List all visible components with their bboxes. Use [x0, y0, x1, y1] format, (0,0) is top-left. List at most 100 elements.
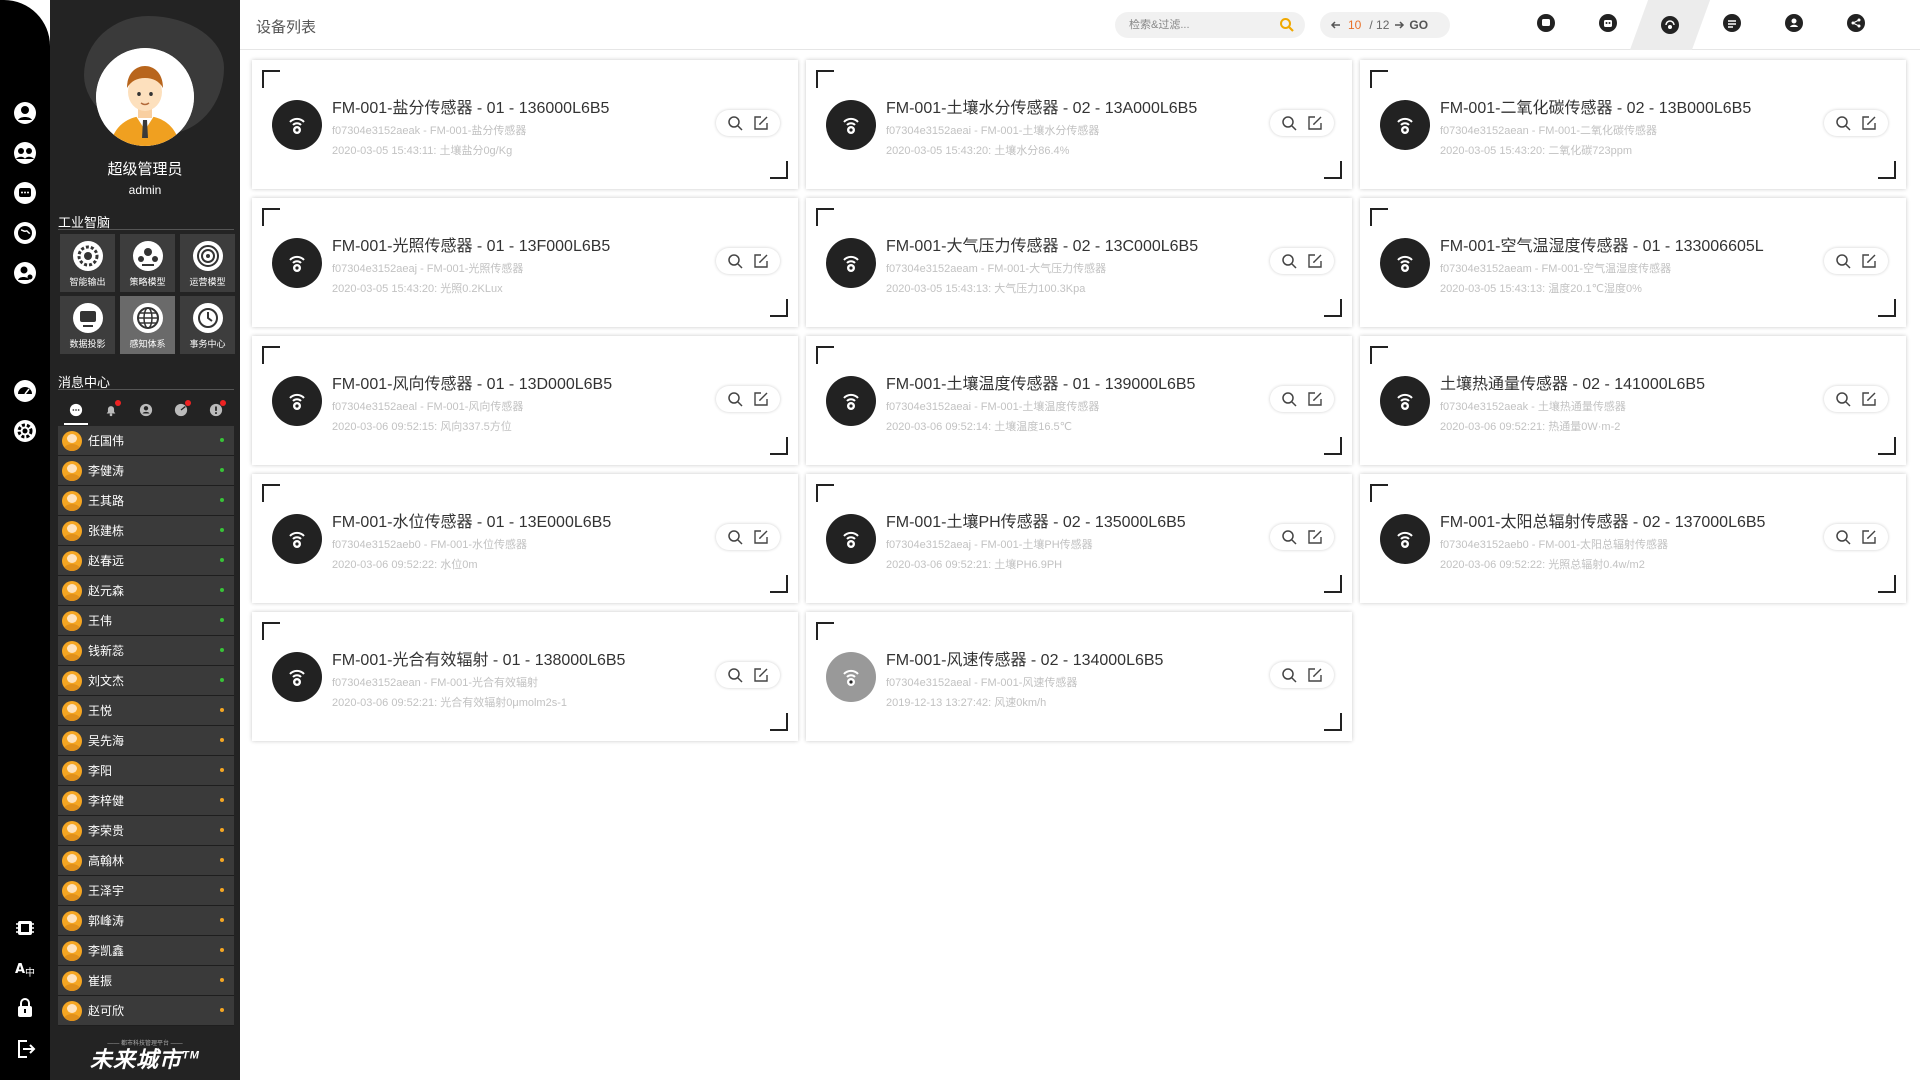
device-card[interactable]: FM-001-水位传感器 - 01 - 13E000L6B5 f07304e31…	[252, 474, 798, 603]
next-page-icon[interactable]	[1393, 19, 1405, 31]
edit-button[interactable]	[1860, 528, 1878, 546]
device-card[interactable]: FM-001-盐分传感器 - 01 - 136000L6B5 f07304e31…	[252, 60, 798, 189]
view-detail-button[interactable]	[1280, 528, 1298, 546]
tab-contacts[interactable]	[138, 402, 154, 418]
edit-button[interactable]	[1306, 252, 1324, 270]
contact-item[interactable]: 钱新蕊	[58, 636, 234, 666]
device-card[interactable]: FM-001-土壤水分传感器 - 02 - 13A000L6B5 f07304e…	[806, 60, 1352, 189]
language-icon[interactable]: A中	[12, 955, 38, 981]
current-page[interactable]: 10	[1348, 18, 1361, 32]
device-card[interactable]: FM-001-风向传感器 - 01 - 13D000L6B5 f07304e31…	[252, 336, 798, 465]
edit-button[interactable]	[1306, 528, 1324, 546]
prev-page-icon[interactable]	[1330, 19, 1342, 31]
contact-item[interactable]: 赵可欣	[58, 996, 234, 1026]
edit-button[interactable]	[1306, 114, 1324, 132]
device-card[interactable]: 土壤热通量传感器 - 02 - 141000L6B5 f07304e3152ae…	[1360, 336, 1906, 465]
edit-button[interactable]	[752, 528, 770, 546]
search-input[interactable]	[1129, 19, 1269, 31]
search-icon[interactable]	[1279, 17, 1295, 33]
device-card[interactable]: FM-001-风速传感器 - 02 - 134000L6B5 f07304e31…	[806, 612, 1352, 741]
earth-icon[interactable]	[12, 220, 38, 246]
avatar[interactable]	[96, 48, 194, 146]
contact-item[interactable]: 李健涛	[58, 456, 234, 486]
device-card[interactable]: FM-001-土壤PH传感器 - 02 - 135000L6B5 f07304e…	[806, 474, 1352, 603]
contact-item[interactable]: 崔振	[58, 966, 234, 996]
contact-item[interactable]: 郭峰涛	[58, 906, 234, 936]
toolbar-user-button[interactable]	[1763, 0, 1825, 50]
device-actions	[1270, 662, 1334, 688]
edit-button[interactable]	[1860, 252, 1878, 270]
corner-top-left	[1370, 484, 1388, 502]
toolbar-sensor-button[interactable]	[1629, 0, 1711, 50]
edit-button[interactable]	[1306, 666, 1324, 684]
toolbar-list-button[interactable]	[1701, 0, 1763, 50]
contact-item[interactable]: 任国伟	[58, 426, 234, 456]
contact-item[interactable]: 王悦	[58, 696, 234, 726]
tab-notifications[interactable]	[103, 400, 121, 418]
view-detail-button[interactable]	[726, 528, 744, 546]
edit-button[interactable]	[752, 252, 770, 270]
device-card[interactable]: FM-001-空气温湿度传感器 - 01 - 133006605L f07304…	[1360, 198, 1906, 327]
module-affair-center[interactable]: 事务中心	[180, 296, 235, 354]
contact-item[interactable]: 王伟	[58, 606, 234, 636]
contact-item[interactable]: 李凯鑫	[58, 936, 234, 966]
go-button[interactable]: GO	[1409, 18, 1428, 32]
contact-item[interactable]: 张建栋	[58, 516, 234, 546]
contact-item[interactable]: 李阳	[58, 756, 234, 786]
module-perception-system[interactable]: 感知体系	[120, 296, 175, 354]
toolbar-chat-button[interactable]	[1515, 0, 1577, 50]
device-card[interactable]: FM-001-大气压力传感器 - 02 - 13C000L6B5 f07304e…	[806, 198, 1352, 327]
contact-item[interactable]: 王其路	[58, 486, 234, 516]
view-detail-button[interactable]	[1834, 252, 1852, 270]
contact-item[interactable]: 刘文杰	[58, 666, 234, 696]
module-data-projection[interactable]: 数据投影	[60, 296, 115, 354]
toolbar-share-button[interactable]	[1825, 0, 1887, 50]
tab-chat[interactable]	[63, 402, 88, 425]
contact-item[interactable]: 吴先海	[58, 726, 234, 756]
chip-icon[interactable]	[12, 915, 38, 941]
contact-item[interactable]: 李梓健	[58, 786, 234, 816]
view-detail-button[interactable]	[1834, 528, 1852, 546]
contact-item[interactable]: 赵元森	[58, 576, 234, 606]
module-operation-model[interactable]: 运营模型	[180, 234, 235, 292]
profile-icon[interactable]	[12, 100, 38, 126]
contact-item[interactable]: 李荣贵	[58, 816, 234, 846]
view-detail-button[interactable]	[1280, 666, 1298, 684]
settings-icon[interactable]	[12, 418, 38, 444]
edit-button[interactable]	[1860, 390, 1878, 408]
user-settings-icon[interactable]	[12, 260, 38, 286]
team-icon[interactable]	[12, 140, 38, 166]
edit-button[interactable]	[752, 666, 770, 684]
device-card[interactable]: FM-001-光合有效辐射 - 01 - 138000L6B5 f07304e3…	[252, 612, 798, 741]
edit-button[interactable]	[752, 114, 770, 132]
module-smart-output[interactable]: 智能输出	[60, 234, 115, 292]
edit-button[interactable]	[1860, 114, 1878, 132]
edit-button[interactable]	[752, 390, 770, 408]
device-actions	[1270, 524, 1334, 550]
view-detail-button[interactable]	[1834, 114, 1852, 132]
view-detail-button[interactable]	[726, 252, 744, 270]
tab-alerts[interactable]	[173, 400, 192, 418]
logout-icon[interactable]	[12, 1036, 38, 1062]
view-detail-button[interactable]	[1280, 114, 1298, 132]
view-detail-button[interactable]	[1280, 252, 1298, 270]
contact-item[interactable]: 赵春远	[58, 546, 234, 576]
device-card[interactable]: FM-001-光照传感器 - 01 - 13F000L6B5 f07304e31…	[252, 198, 798, 327]
toolbar-robot-button[interactable]	[1577, 0, 1639, 50]
chat-icon[interactable]	[12, 180, 38, 206]
edit-button[interactable]	[1306, 390, 1324, 408]
tab-warnings[interactable]	[208, 400, 227, 418]
module-strategy-model[interactable]: 策略模型	[120, 234, 175, 292]
view-detail-button[interactable]	[1280, 390, 1298, 408]
lock-icon[interactable]	[12, 995, 38, 1021]
view-detail-button[interactable]	[1834, 390, 1852, 408]
view-detail-button[interactable]	[726, 114, 744, 132]
contact-item[interactable]: 王泽宇	[58, 876, 234, 906]
dashboard-icon[interactable]	[12, 378, 38, 404]
view-detail-button[interactable]	[726, 390, 744, 408]
device-card[interactable]: FM-001-太阳总辐射传感器 - 02 - 137000L6B5 f07304…	[1360, 474, 1906, 603]
device-card[interactable]: FM-001-土壤温度传感器 - 01 - 139000L6B5 f07304e…	[806, 336, 1352, 465]
device-card[interactable]: FM-001-二氧化碳传感器 - 02 - 13B000L6B5 f07304e…	[1360, 60, 1906, 189]
view-detail-button[interactable]	[726, 666, 744, 684]
contact-item[interactable]: 高翰林	[58, 846, 234, 876]
